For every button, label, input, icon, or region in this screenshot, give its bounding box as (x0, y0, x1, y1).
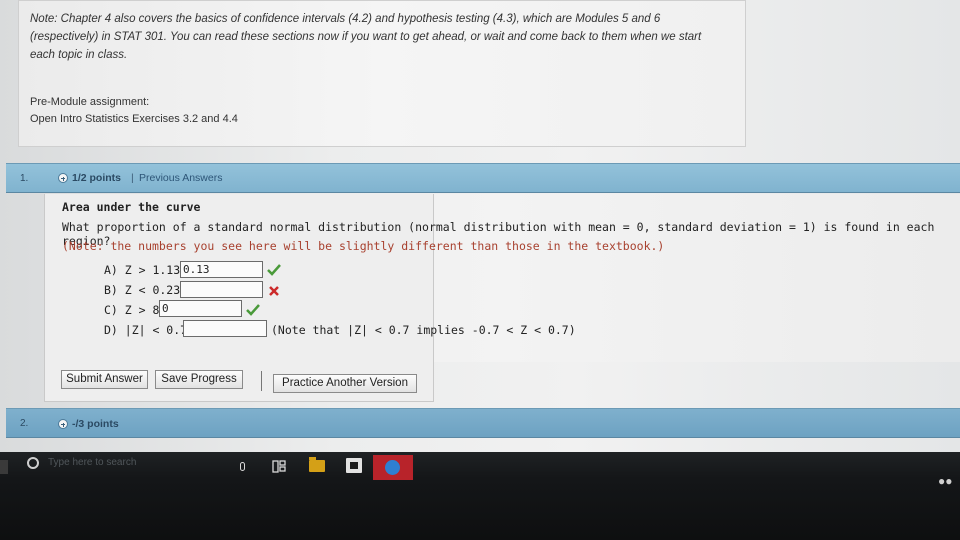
part-c-label: C) Z > 8 (104, 303, 160, 317)
task-view-icon[interactable] (272, 460, 286, 473)
search-icon[interactable] (27, 457, 39, 469)
part-b-input[interactable] (180, 281, 263, 298)
people-icon[interactable]: ●● (938, 474, 953, 488)
part-d-label: D) |Z| < 0.7 (104, 323, 188, 337)
previous-answers-link[interactable]: Previous Answers (139, 172, 222, 184)
file-explorer-icon[interactable] (309, 457, 325, 472)
windows-taskbar: Type here to search ●● (0, 452, 960, 540)
save-progress-button[interactable]: Save Progress (155, 370, 243, 389)
chapter-note: Note: Chapter 4 also covers the basics o… (30, 13, 702, 61)
part-d-note: (Note that |Z| < 0.7 implies -0.7 < Z < … (271, 323, 576, 337)
part-b-label: B) Z < 0.23 (104, 283, 181, 297)
plus-circle-icon[interactable] (58, 173, 68, 183)
submit-answer-button[interactable]: Submit Answer (61, 370, 148, 389)
header-separator: | (131, 172, 134, 184)
question-title: Area under the curve (62, 200, 201, 214)
microphone-icon[interactable] (240, 462, 245, 471)
store-icon[interactable] (346, 458, 362, 473)
correct-check-icon (267, 264, 281, 276)
incorrect-x-icon (269, 286, 279, 296)
taskbar-search-input[interactable]: Type here to search (48, 457, 136, 468)
edge-icon[interactable] (385, 460, 400, 475)
question-2-header[interactable]: 2. -/3 points (6, 408, 960, 438)
start-button[interactable] (0, 460, 8, 474)
question-number: 1. (20, 173, 29, 184)
premodule-assignment: Open Intro Statistics Exercises 3.2 and … (30, 113, 238, 125)
part-c-input[interactable]: 0 (159, 300, 242, 317)
question-note: (Note: the numbers you see here will be … (62, 239, 665, 253)
part-a-input[interactable]: 0.13 (180, 261, 263, 278)
part-a-label: A) Z > 1.13 (104, 263, 181, 277)
practice-another-version-button[interactable]: Practice Another Version (273, 374, 417, 393)
premodule-label: Pre-Module assignment: (30, 96, 150, 108)
points-label: -/3 points (72, 418, 119, 430)
question-number: 2. (20, 418, 29, 429)
correct-check-icon (246, 304, 260, 316)
points-label: 1/2 points (72, 172, 122, 184)
plus-circle-icon[interactable] (58, 419, 68, 429)
button-divider (261, 371, 262, 391)
page-sheet: Note: Chapter 4 also covers the basics o… (0, 0, 960, 455)
part-d-input[interactable] (183, 320, 267, 337)
question-1-header[interactable]: 1. 1/2 points | Previous Answers (6, 163, 960, 193)
